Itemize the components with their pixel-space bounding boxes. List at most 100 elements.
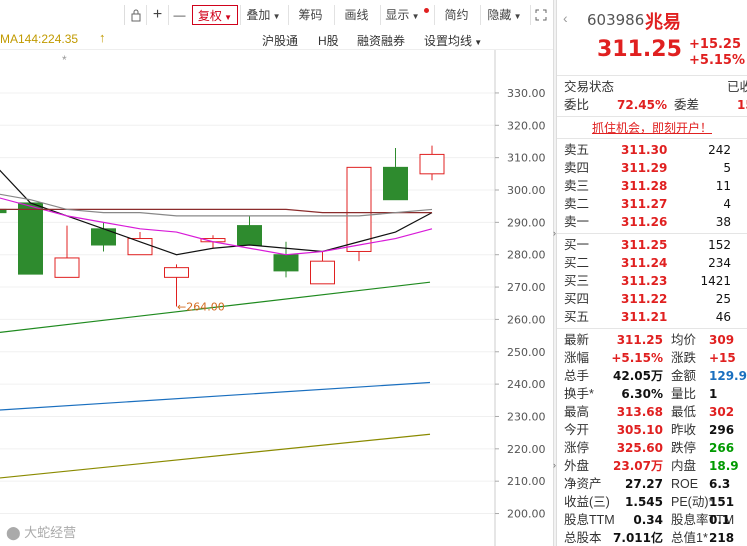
stat-value: 23.07万 xyxy=(613,459,663,473)
lock-icon[interactable] xyxy=(124,5,146,25)
bid-volume: 152 xyxy=(708,238,731,252)
y-axis: 200.00 210.00 220.00 230.00 240.00 250.00 260.… xyxy=(494,50,546,546)
chevron-down-icon: ▼ xyxy=(409,12,420,21)
bid-book: 买一 311.25 152 买二 311.24 234 买三 311.23 1421 买四 311.… xyxy=(557,234,747,329)
stat-value: 18.9 xyxy=(709,459,739,473)
stat-value: 151 xyxy=(709,495,735,509)
ma-settings-label: 设置均线 xyxy=(424,34,473,48)
draw-line-button[interactable]: 画线 xyxy=(334,5,378,25)
bid-level-label: 买二 xyxy=(564,256,590,270)
price-change: +15.25 xyxy=(689,37,742,52)
bid-level-label: 买三 xyxy=(564,274,590,288)
brief-button[interactable]: 简约 xyxy=(434,5,478,25)
stat-value: +15 xyxy=(709,351,736,365)
candle xyxy=(54,225,80,278)
y-tick-label: 280.00 xyxy=(507,249,546,262)
zoom-in-button[interactable]: + xyxy=(146,5,168,25)
ask-price: 311.30 xyxy=(621,143,668,157)
stat-value: +5.15% xyxy=(611,351,663,365)
stat-value: 27.27 xyxy=(625,477,663,491)
bid-level-label: 买五 xyxy=(564,310,590,324)
order-ratio-section: 交易状态 已收 委比 72.45% 委差 15 xyxy=(557,76,747,117)
y-tick-label: 290.00 xyxy=(507,216,546,229)
hgt-link[interactable]: 沪股通 xyxy=(262,32,298,49)
overlay-dropdown[interactable]: 叠加 ▼ xyxy=(240,5,286,25)
stat-label: 外盘 xyxy=(564,459,590,473)
bid-price: 311.21 xyxy=(621,310,668,324)
watermark-text: 大蛇经营 xyxy=(24,525,77,540)
stat-value: 313.68 xyxy=(616,405,663,419)
chips-button[interactable]: 筹码 xyxy=(288,5,332,25)
hide-label: 隐藏 xyxy=(487,8,512,22)
candle-body xyxy=(164,267,189,278)
stat-value: 42.05万 xyxy=(613,369,663,383)
chevron-left-icon[interactable]: ‹ xyxy=(563,10,568,26)
candle xyxy=(18,202,43,275)
bid-volume: 46 xyxy=(715,310,731,324)
weibi-label: 委比 xyxy=(564,98,590,112)
candle-body xyxy=(237,225,262,246)
ask-volume: 4 xyxy=(723,197,731,211)
stock-code: 603986 xyxy=(587,11,645,29)
quote-panel: ‹ 603986 兆易 311.25 +15.25 +5.15% 交易状态 已收… xyxy=(557,0,747,546)
fullscreen-icon[interactable] xyxy=(530,5,550,25)
stat-label: 量比 xyxy=(671,387,697,401)
stat-value: 1.545 xyxy=(625,495,663,509)
candle-body xyxy=(18,202,43,275)
bid-row[interactable]: 买二 311.24 234 xyxy=(557,254,747,272)
stat-row: 收益(三) 1.545 PE(动)* 151 xyxy=(557,493,747,511)
y-tick-label: 240.00 xyxy=(507,378,546,391)
stat-value: 0.34 xyxy=(633,513,663,527)
kline-chart-area[interactable]: + — 复权 ▼ 叠加 ▼ 筹码 画线 显示 ▼ 简约 隐藏 ▼ MA144:2… xyxy=(0,0,553,546)
stock-name: 兆易 xyxy=(645,12,681,32)
bid-row[interactable]: 买三 311.23 1421 xyxy=(557,272,747,290)
bid-row[interactable]: 买四 311.22 25 xyxy=(557,290,747,308)
stat-label: 股息TTM xyxy=(564,513,615,527)
ask-book: 卖五 311.30 242 卖四 311.29 5 卖三 311.28 11 卖二 311.27 4 卖… xyxy=(557,139,747,234)
status-value: 已收 xyxy=(727,80,747,94)
low-price-annotation: ←264.00 xyxy=(177,300,225,313)
stat-row: 外盘 23.07万 内盘 18.9 xyxy=(557,457,747,475)
ask-row[interactable]: 卖二 311.27 4 xyxy=(557,195,747,213)
ask-row[interactable]: 卖四 311.29 5 xyxy=(557,159,747,177)
bid-price: 311.22 xyxy=(621,292,668,306)
bid-row[interactable]: 买五 311.21 46 xyxy=(557,308,747,326)
arrow-up-icon: ↑ xyxy=(99,30,106,45)
ask-row[interactable]: 卖一 311.26 38 xyxy=(557,213,747,231)
candles xyxy=(0,145,445,307)
kline-plot[interactable]: 200.00 210.00 220.00 230.00 240.00 250.00 260.… xyxy=(0,50,553,546)
bid-price: 311.23 xyxy=(621,274,668,288)
status-row: 交易状态 已收 xyxy=(557,78,747,96)
hide-dropdown[interactable]: 隐藏 ▼ xyxy=(480,5,528,25)
stat-row: 涨幅 +5.15% 涨跌 +15 xyxy=(557,349,747,367)
stat-row: 总股本 7.011亿 总值1* 218 xyxy=(557,529,747,546)
y-tick-label: 230.00 xyxy=(507,410,546,423)
stat-label: 总手 xyxy=(564,369,590,383)
stat-row: 最高 313.68 最低 302 xyxy=(557,403,747,421)
zoom-out-button[interactable]: — xyxy=(168,5,190,25)
candle xyxy=(237,215,262,246)
stat-label: 均价 xyxy=(671,333,697,347)
display-dropdown[interactable]: 显示 ▼ xyxy=(380,5,424,25)
bid-price: 311.25 xyxy=(621,238,668,252)
stat-row: 净资产 27.27 ROE 6.3 xyxy=(557,475,747,493)
bid-row[interactable]: 买一 311.25 152 xyxy=(557,236,747,254)
ma-settings-dropdown[interactable]: 设置均线 ▼ xyxy=(424,32,482,49)
candle xyxy=(383,147,408,201)
stat-value: 0.1 xyxy=(709,513,731,527)
stat-value: 218 xyxy=(709,531,735,545)
h-share-link[interactable]: H股 xyxy=(318,32,339,49)
stat-label: 涨跌 xyxy=(671,351,697,365)
ask-row[interactable]: 卖五 311.30 242 xyxy=(557,141,747,159)
ask-price: 311.28 xyxy=(621,179,668,193)
bid-volume: 234 xyxy=(708,256,731,270)
stat-value: 296 xyxy=(709,423,735,437)
weicha-value: 15 xyxy=(737,98,747,112)
open-account-banner[interactable]: 抓住机会，即刻开户！ xyxy=(557,117,747,139)
y-tick-label: 320.00 xyxy=(507,119,546,132)
margin-trading-link[interactable]: 融资融券 xyxy=(357,32,405,49)
ask-row[interactable]: 卖三 311.28 11 xyxy=(557,177,747,195)
stat-value: 311.25 xyxy=(616,333,663,347)
fuquan-dropdown[interactable]: 复权 ▼ xyxy=(192,5,238,25)
stat-label: 总股本 xyxy=(564,531,602,545)
